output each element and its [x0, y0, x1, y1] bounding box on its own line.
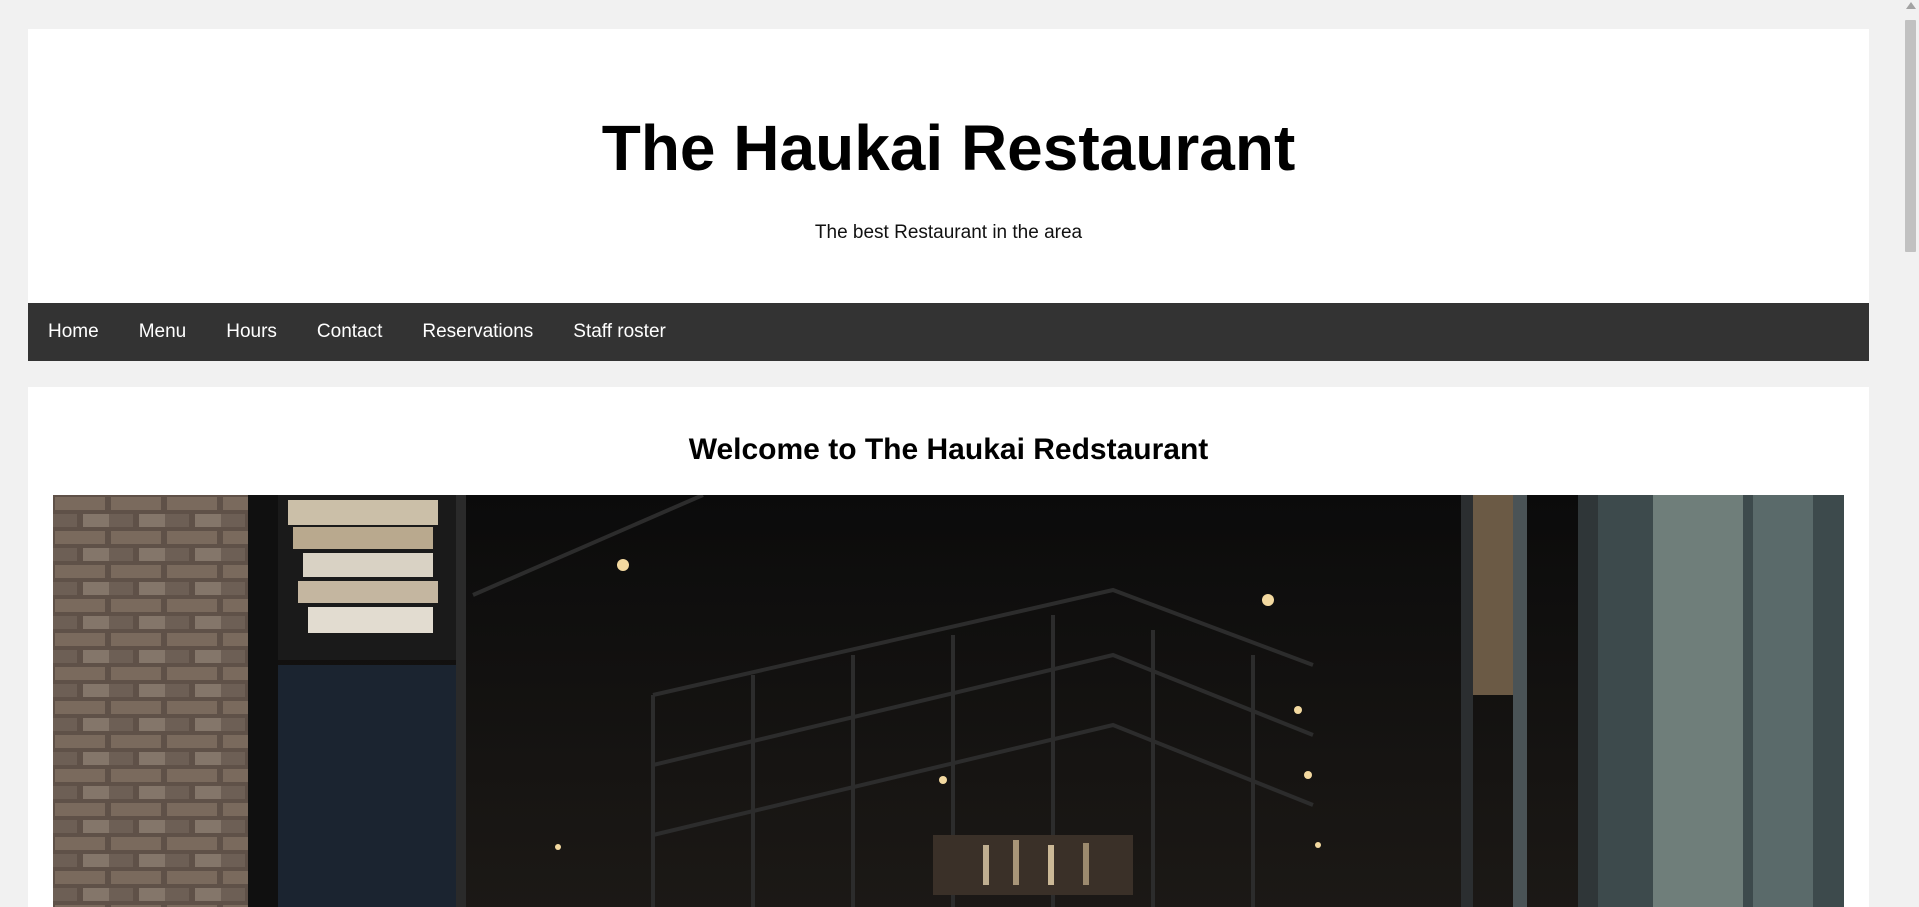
site-header: The Haukai Restaurant The best Restauran…	[28, 29, 1869, 303]
nav-link-staff-roster[interactable]: Staff roster	[553, 303, 686, 361]
nav-link-contact[interactable]: Contact	[297, 303, 402, 361]
scrollbar-thumb[interactable]	[1905, 20, 1916, 252]
welcome-heading: Welcome to The Haukai Redstaurant	[688, 433, 1209, 466]
nav-link-hours[interactable]: Hours	[206, 303, 297, 361]
vertical-scrollbar[interactable]	[1902, 0, 1919, 881]
main-content: Welcome to The Haukai Redstaurant	[28, 387, 1869, 907]
scroll-up-arrow-icon[interactable]	[1906, 2, 1916, 9]
nav-link-home[interactable]: Home	[28, 303, 119, 361]
hero-image	[53, 495, 1844, 907]
site-title: The Haukai Restaurant	[601, 112, 1296, 184]
nav-link-reservations[interactable]: Reservations	[402, 303, 553, 361]
restaurant-interior-illustration	[53, 495, 1844, 907]
main-navbar: Home Menu Hours Contact Reservations Sta…	[28, 303, 1869, 361]
nav-link-menu[interactable]: Menu	[119, 303, 207, 361]
page-container: The Haukai Restaurant The best Restauran…	[28, 29, 1869, 907]
site-tagline: The best Restaurant in the area	[814, 222, 1083, 243]
